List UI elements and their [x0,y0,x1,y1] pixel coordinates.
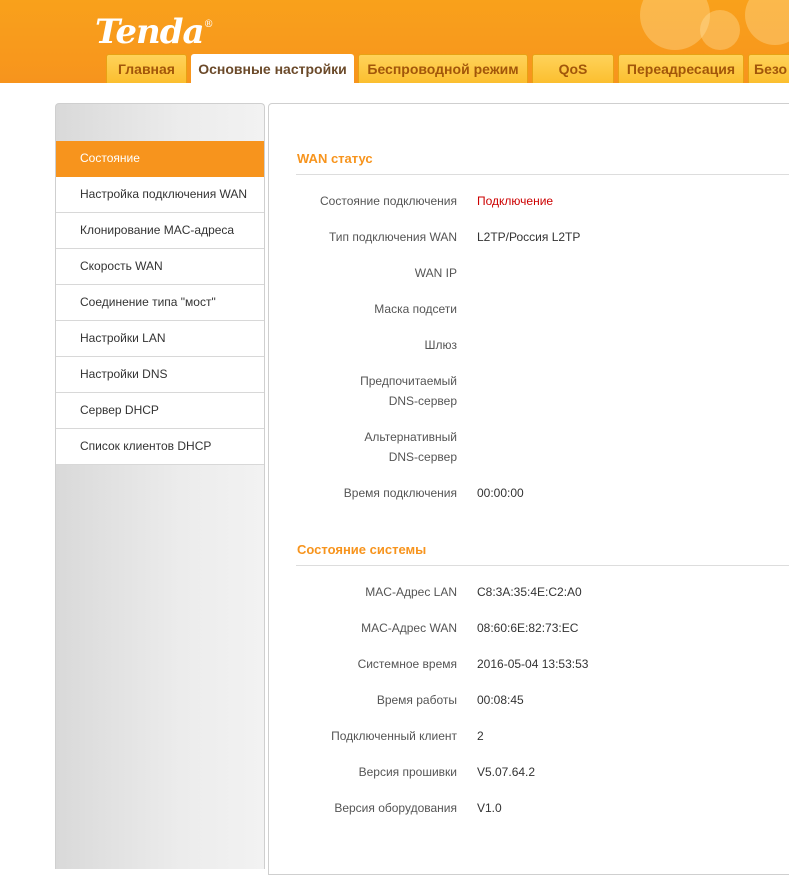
connection-time-value: 00:00:00 [477,486,524,500]
tab-wireless[interactable]: Беспроводной режим [358,54,528,83]
tenda-logo: Tenda® [95,12,214,52]
sidebar-item-status[interactable]: Состояние [56,141,264,177]
sidebar-item-mac-clone[interactable]: Клонирование MAC-адреса [56,213,264,249]
uptime-value: 00:08:45 [477,693,524,707]
hardware-version-value: V1.0 [477,801,502,815]
connection-state-label: Состояние подключения [320,194,457,208]
connection-time-label: Время подключения [343,486,457,500]
tab-qos[interactable]: QoS [532,54,614,83]
decor-bubble [745,0,789,45]
firmware-version-label: Версия прошивки [358,765,457,779]
wan-mac-value: 08:60:6E:82:73:EC [477,621,579,635]
sidebar-item-bridge[interactable]: Соединение типа "мост" [56,285,264,321]
tab-security[interactable]: Безо [748,54,789,83]
hardware-version-label: Версия оборудования [334,801,457,815]
wan-mac-label: MAC-Адрес WAN [361,621,457,635]
firmware-version-value: V5.07.64.2 [477,765,536,779]
lan-mac-value: C8:3A:35:4E:C2:A0 [477,585,582,599]
wan-type-value: L2TP/Россия L2TP [477,230,581,244]
sidebar-item-lan-settings[interactable]: Настройки LAN [56,321,264,357]
alternate-dns-label-line2: DNS-сервер [388,450,457,464]
decor-bubble [700,10,740,50]
subnet-mask-label: Маска подсети [374,302,457,316]
uptime-label: Время работы [376,693,457,707]
sidebar-item-dns-settings[interactable]: Настройки DNS [56,357,264,393]
sidebar-item-wan-speed[interactable]: Скорость WAN [56,249,264,285]
connection-state-value: Подключение [477,194,554,208]
gateway-label: Шлюз [424,338,457,352]
divider [296,174,789,175]
tab-basic-settings[interactable]: Основные настройки [191,54,354,83]
tab-home[interactable]: Главная [106,54,187,83]
system-time-label: Системное время [357,657,457,671]
system-time-value: 2016-05-04 13:53:53 [477,657,589,671]
wan-type-label: Тип подключения WAN [328,230,457,244]
header-bar: Tenda® Главная Основные настройки Беспро… [0,0,789,83]
alternate-dns-label-line1: Альтернативный [364,430,457,444]
preferred-dns-label-line1: Предпочитаемый [360,374,457,388]
preferred-dns-label-line2: DNS-сервер [388,394,457,408]
sidebar-item-dhcp-clients[interactable]: Список клиентов DHCP [56,429,264,465]
sidebar-item-wan-setup[interactable]: Настройка подключения WAN [56,177,264,213]
divider [296,565,789,566]
wan-ip-label: WAN IP [414,266,457,280]
connected-clients-label: Подключенный клиент [331,729,457,743]
sidebar-item-dhcp-server[interactable]: Сервер DHCP [56,393,264,429]
tab-forwarding[interactable]: Переадресация [618,54,744,83]
wan-status-title: WAN статус [297,151,373,166]
sidebar: Состояние Настройка подключения WAN Клон… [55,103,265,869]
connected-clients-value: 2 [477,729,484,743]
lan-mac-label: MAC-Адрес LAN [365,585,457,599]
system-status-title: Состояние системы [297,542,427,557]
